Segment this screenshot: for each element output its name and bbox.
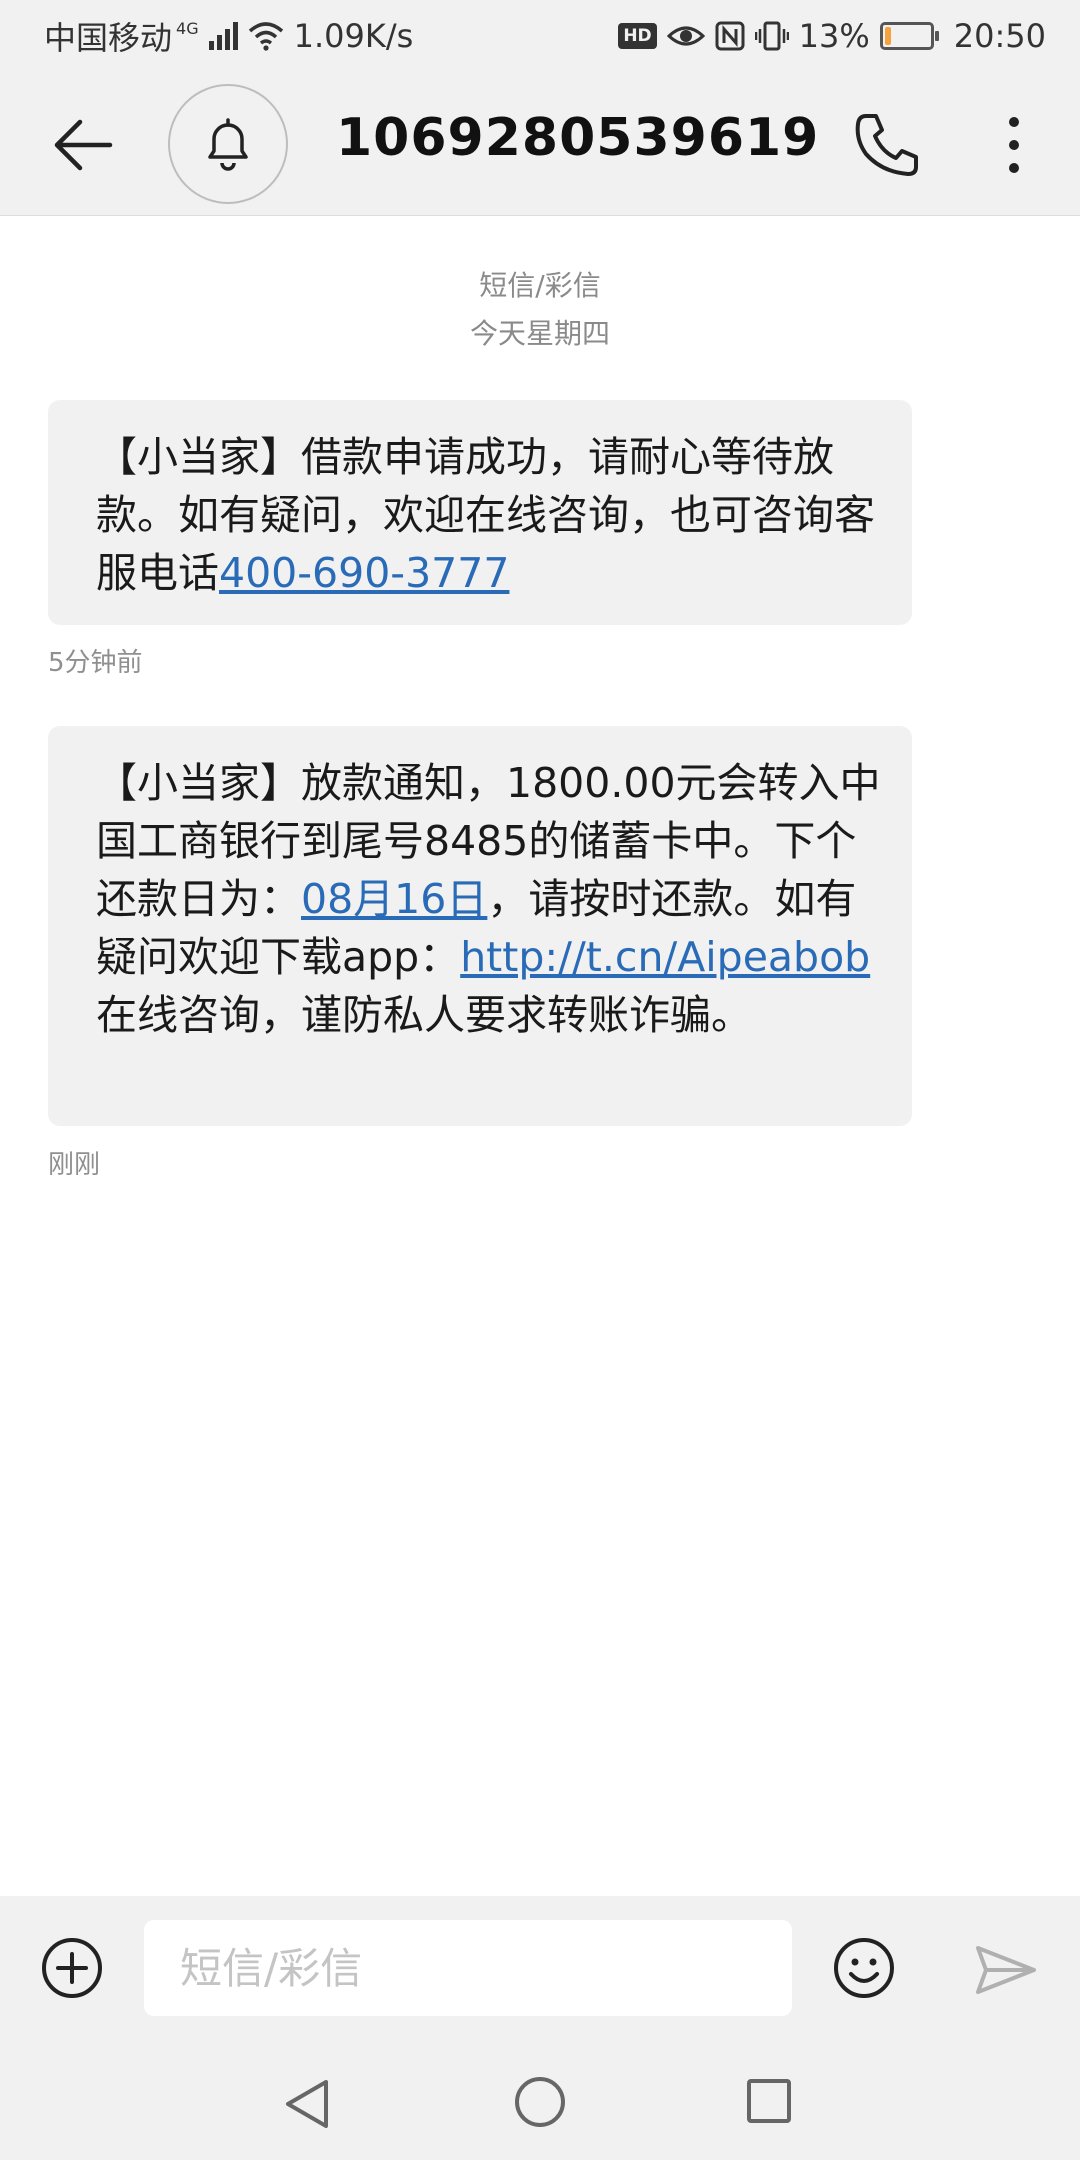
send-button[interactable] <box>974 1942 1038 1998</box>
composer-bar <box>0 1896 1080 2040</box>
emoji-button[interactable] <box>832 1936 896 2000</box>
more-options-button[interactable] <box>990 110 1038 180</box>
clock-time: 20:50 <box>953 17 1046 55</box>
phone-link[interactable]: 400-690-3777 <box>219 549 509 597</box>
emoji-icon <box>834 1938 894 1998</box>
nav-back-icon <box>286 2080 328 2128</box>
battery-fill <box>884 27 892 45</box>
status-right: HD 13% 20:50 <box>618 17 1046 55</box>
vibrate-icon <box>754 21 789 51</box>
contact-number: 1069280539619 <box>336 108 820 168</box>
send-icon <box>976 1946 1036 1994</box>
hd-badge: HD <box>618 23 657 49</box>
network-type: 4G <box>176 18 199 38</box>
nav-recent-button[interactable] <box>746 2078 792 2124</box>
nav-home-button[interactable] <box>514 2076 566 2128</box>
nav-back-button[interactable] <box>282 2076 332 2132</box>
message-bubble[interactable]: 【小当家】放款通知，1800.00元会转入中国工商银行到尾号8485的储蓄卡中。… <box>48 726 912 1126</box>
message-type-label: 短信/彩信 <box>479 269 601 302</box>
message-text: 【小当家】借款申请成功，请耐心等待放款。如有疑问，欢迎在线咨询，也可咨询客服电话… <box>96 428 876 602</box>
message-time: 5分钟前 <box>48 648 143 678</box>
conversation-header: 1069280539619 <box>0 72 1080 216</box>
message-bubble[interactable]: 【小当家】借款申请成功，请耐心等待放款。如有疑问，欢迎在线咨询，也可咨询客服电话… <box>48 400 912 625</box>
system-nav-bar <box>0 2040 1080 2160</box>
status-left: 中国移动 4G 1.09K/s <box>44 13 413 59</box>
date-label: 今天星期四 <box>469 317 610 350</box>
message-text: 【小当家】放款通知，1800.00元会转入中国工商银行到尾号8485的储蓄卡中。… <box>96 754 886 1044</box>
signal-icon <box>208 22 238 50</box>
call-button[interactable] <box>852 110 922 180</box>
add-attachment-button[interactable] <box>40 1936 104 2000</box>
network-speed: 1.09K/s <box>293 17 414 55</box>
thread-date-header: 短信/彩信 今天星期四 <box>0 262 1080 358</box>
nfc-icon <box>715 21 745 51</box>
url-link[interactable]: http://t.cn/Aipeabob <box>460 933 870 981</box>
message-body: 在线咨询，谨防私人要求转账诈骗。 <box>96 991 752 1039</box>
date-link[interactable]: 08月16日 <box>301 875 487 923</box>
contact-avatar[interactable] <box>168 84 288 204</box>
wifi-icon <box>248 22 283 51</box>
phone-icon <box>855 114 918 176</box>
add-icon <box>42 1938 102 1998</box>
carrier-name: 中国移动 <box>44 19 173 57</box>
status-bar: 中国移动 4G 1.09K/s HD 13% 20:50 <box>0 0 1080 72</box>
back-button[interactable] <box>52 114 114 176</box>
back-arrow-icon <box>54 119 113 171</box>
battery-icon <box>879 22 939 50</box>
nav-home-icon <box>515 2077 565 2127</box>
eye-icon <box>666 26 705 46</box>
more-vertical-icon <box>1009 117 1019 127</box>
nav-recent-icon <box>747 2079 791 2123</box>
message-input[interactable] <box>144 1920 792 2016</box>
message-time: 刚刚 <box>48 1150 101 1180</box>
battery-percent: 13% <box>798 17 870 55</box>
bell-icon <box>208 118 248 171</box>
